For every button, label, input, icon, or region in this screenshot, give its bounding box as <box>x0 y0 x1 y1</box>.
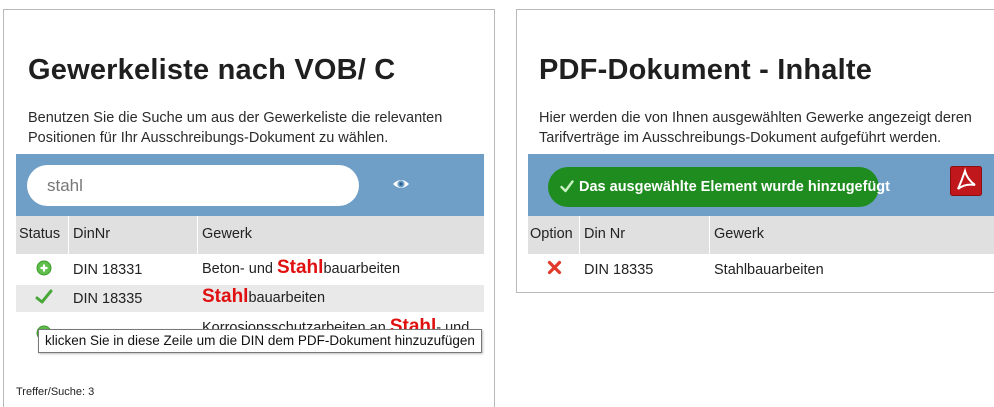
intro-line-1: Hier werden die von Ihnen ausgewählten G… <box>539 110 972 126</box>
search-bar <box>16 154 484 216</box>
pdf-icon[interactable] <box>950 166 982 196</box>
checkmark-icon <box>35 289 53 304</box>
row-din: DIN 18335 <box>73 291 143 307</box>
column-header-gewerk: Gewerk <box>202 226 252 242</box>
intro-line-1: Benutzen Sie die Suche um aus der Gewerk… <box>28 110 443 126</box>
table-row[interactable]: DIN 18331 Beton- und Stahlbauarbeiten <box>16 257 484 284</box>
column-header-gewerk: Gewerk <box>714 226 764 242</box>
column-header-option: Option <box>530 226 573 242</box>
success-text: Das ausgewählte Element wurde hinzugefüg… <box>579 179 890 195</box>
success-message: Das ausgewählte Element wurde hinzugefüg… <box>548 167 890 207</box>
search-highlight: Stahl <box>202 286 249 307</box>
row-gewerk: Beton- und Stahlbauarbeiten <box>202 257 400 279</box>
checkmark-icon <box>560 180 574 193</box>
intro-text: Benutzen Sie die Suche um aus der Gewerk… <box>28 108 442 148</box>
table-row-selected[interactable]: DIN 18335 Stahlbauarbeiten <box>16 285 484 312</box>
row-tooltip: klicken Sie in diese Zeile um die DIN de… <box>38 329 482 353</box>
eye-icon[interactable] <box>392 175 410 193</box>
column-header-dinnr: Din Nr <box>584 226 626 242</box>
result-count: Treffer/Suche: 3 <box>16 386 95 398</box>
search-highlight: Stahl <box>276 257 324 278</box>
table-header: Status DinNr Gewerk <box>16 216 484 254</box>
table-header: Option Din Nr Gewerk <box>528 216 994 254</box>
row-gewerk: Stahlbauarbeiten <box>202 286 325 308</box>
remove-x-icon[interactable] <box>547 260 562 275</box>
search-input[interactable] <box>27 165 359 206</box>
intro-text: Hier werden die von Ihnen ausgewählten G… <box>539 108 972 148</box>
column-header-status: Status <box>19 226 61 242</box>
gewerk-text: Beton- und <box>202 261 277 277</box>
pdf-document-panel: PDF-Dokument - Inhalte Hier werden die v… <box>516 9 994 293</box>
add-circle-icon[interactable] <box>36 260 52 276</box>
status-bar: Das ausgewählte Element wurde hinzugefüg… <box>528 154 994 216</box>
intro-line-2: Tarifverträge im Ausschreibungs-Dokument… <box>539 130 942 146</box>
page-title: Gewerkeliste nach VOB/ C <box>28 54 396 86</box>
row-din: DIN 18331 <box>73 262 143 278</box>
gewerk-text: bauarbeiten <box>248 290 326 306</box>
row-gewerk: Stahlbauarbeiten <box>714 262 824 278</box>
page-title: PDF-Dokument - Inhalte <box>539 54 873 86</box>
intro-line-2: Positionen für Ihr Ausschreibungs-Dokume… <box>28 130 389 146</box>
table-row[interactable]: DIN 18335 Stahlbauarbeiten <box>528 256 994 283</box>
row-din: DIN 18335 <box>584 262 654 278</box>
gewerk-text: bauarbeiten <box>323 261 401 277</box>
column-header-dinnr: DinNr <box>73 226 111 242</box>
